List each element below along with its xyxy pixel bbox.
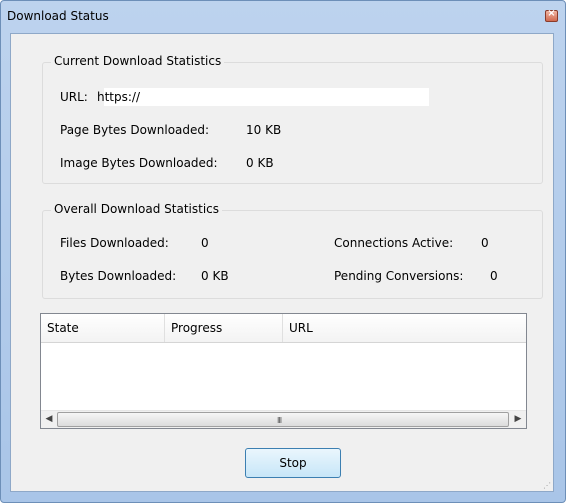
bytes-downloaded-label: Bytes Downloaded: bbox=[60, 269, 177, 283]
connections-active-value: 0 bbox=[481, 236, 489, 250]
pending-conversions-label: Pending Conversions: bbox=[334, 269, 464, 283]
url-value: https:// bbox=[97, 90, 141, 104]
column-header-state[interactable]: State bbox=[41, 314, 165, 342]
connections-active-label: Connections Active: bbox=[334, 236, 454, 250]
arrow-right-icon[interactable]: ▶ bbox=[511, 413, 525, 426]
image-bytes-label: Image Bytes Downloaded: bbox=[60, 156, 218, 170]
download-status-window: Download Status × Current Download Stati… bbox=[0, 0, 566, 503]
overall-stats-group: Overall Download Statistics bbox=[42, 202, 543, 299]
size-grip-icon[interactable]: ⋰ bbox=[543, 481, 551, 490]
dialog-client-area: Current Download Statistics URL: https:/… bbox=[10, 33, 554, 492]
page-bytes-value: 10 KB bbox=[246, 123, 282, 137]
bytes-downloaded-value: 0 KB bbox=[201, 269, 229, 283]
thumb-grip: III bbox=[277, 416, 282, 425]
column-header-progress-label: Progress bbox=[171, 321, 223, 335]
column-header-url[interactable]: URL bbox=[283, 314, 526, 342]
pending-conversions-value: 0 bbox=[490, 269, 498, 283]
stop-button[interactable]: Stop bbox=[245, 448, 341, 478]
list-header: State Progress URL bbox=[41, 314, 526, 343]
title-bar[interactable]: Download Status × bbox=[1, 1, 565, 33]
scroll-thumb[interactable]: III bbox=[57, 412, 509, 427]
files-downloaded-value: 0 bbox=[201, 236, 209, 250]
column-header-state-label: State bbox=[47, 321, 79, 335]
download-list[interactable]: State Progress URL ◀ III ▶ bbox=[40, 313, 527, 429]
image-bytes-value: 0 KB bbox=[246, 156, 274, 170]
url-field bbox=[104, 88, 429, 106]
files-downloaded-label: Files Downloaded: bbox=[60, 236, 169, 250]
overall-stats-legend: Overall Download Statistics bbox=[51, 202, 223, 216]
close-icon: × bbox=[547, 8, 556, 19]
page-bytes-label: Page Bytes Downloaded: bbox=[60, 123, 210, 137]
column-header-url-label: URL bbox=[289, 321, 313, 335]
horizontal-scrollbar[interactable]: ◀ III ▶ bbox=[41, 410, 526, 428]
column-header-progress[interactable]: Progress bbox=[165, 314, 283, 342]
window-title: Download Status bbox=[7, 9, 109, 23]
arrow-left-icon[interactable]: ◀ bbox=[42, 413, 56, 426]
close-button[interactable]: × bbox=[545, 8, 558, 22]
current-stats-legend: Current Download Statistics bbox=[51, 54, 225, 68]
url-label: URL: bbox=[60, 90, 88, 104]
